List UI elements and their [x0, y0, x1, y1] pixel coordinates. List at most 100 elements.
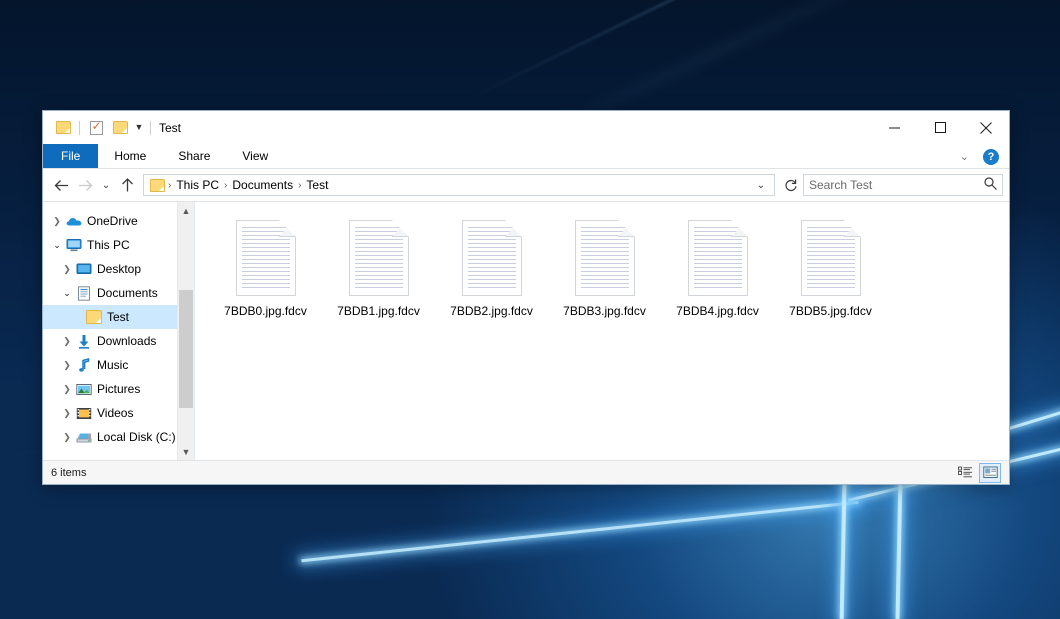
sidebar-item-label: Music: [97, 358, 128, 372]
minimize-button[interactable]: [871, 111, 917, 144]
ribbon-tab-bar[interactable]: File Home Share View ⌄ ?: [43, 144, 1009, 169]
file-name-label: 7BDB5.jpg.fdcv: [789, 304, 872, 318]
folder-icon: [85, 310, 103, 324]
chevron-right-icon[interactable]: ❯: [59, 408, 75, 419]
generic-file-icon: [236, 220, 296, 296]
download-icon: [75, 334, 93, 349]
file-name-label: 7BDB4.jpg.fdcv: [676, 304, 759, 318]
properties-icon[interactable]: [84, 116, 108, 140]
recent-locations-icon[interactable]: ⌄: [97, 173, 115, 197]
scroll-down-icon[interactable]: ▼: [178, 443, 194, 460]
desktop-icon: [75, 262, 93, 276]
monitor-icon: [65, 238, 83, 252]
sidebar-item-documents[interactable]: ⌄ Documents: [43, 281, 194, 305]
maximize-button[interactable]: [917, 111, 963, 144]
address-input[interactable]: › This PC › Documents › Test ⌄: [143, 174, 775, 196]
sidebar-item-onedrive[interactable]: ❯ OneDrive: [43, 209, 194, 233]
file-grid: 7BDB0.jpg.fdcv 7BDB1.jpg.fdcv 7BDB2.jpg.…: [195, 202, 1009, 318]
search-input[interactable]: Search Test: [809, 178, 984, 192]
scrollbar-thumb[interactable]: [179, 290, 193, 408]
file-explorer-window[interactable]: ▼ Test File Home Share View ⌄ ?: [42, 110, 1010, 485]
sidebar-item-this-pc[interactable]: ⌄ This PC: [43, 233, 194, 257]
search-box[interactable]: Search Test: [803, 174, 1003, 196]
explorer-body: ❯ OneDrive ⌄ This PC ❯: [43, 201, 1009, 460]
sidebar-item-local-disk-c[interactable]: ❯ Local Disk (C:): [43, 425, 194, 449]
breadcrumb-this-pc[interactable]: This PC: [172, 178, 223, 192]
up-button[interactable]: [115, 173, 139, 197]
sidebar-item-label: Videos: [97, 406, 133, 420]
sidebar-item-label: Desktop: [97, 262, 141, 276]
navigation-tree: ❯ OneDrive ⌄ This PC ❯: [43, 202, 194, 449]
chevron-right-icon[interactable]: ❯: [59, 384, 75, 395]
generic-file-icon: [688, 220, 748, 296]
file-item[interactable]: 7BDB5.jpg.fdcv: [774, 216, 887, 318]
folder-icon: [150, 179, 165, 192]
toolbar-separator: [150, 121, 151, 135]
quick-access-toolbar[interactable]: ▼: [51, 116, 155, 140]
sidebar-item-pictures[interactable]: ❯ Pictures: [43, 377, 194, 401]
chevron-right-icon[interactable]: ❯: [59, 432, 75, 443]
file-item[interactable]: 7BDB0.jpg.fdcv: [209, 216, 322, 318]
sidebar-item-label: This PC: [87, 238, 130, 252]
generic-file-icon: [462, 220, 522, 296]
chevron-right-icon[interactable]: ❯: [49, 216, 65, 227]
large-icons-view-button[interactable]: [979, 463, 1001, 483]
view-buttons[interactable]: [954, 463, 1001, 483]
refresh-button[interactable]: [779, 173, 803, 197]
music-icon: [75, 358, 93, 373]
tab-file[interactable]: File: [43, 144, 98, 168]
breadcrumb-test[interactable]: Test: [302, 178, 332, 192]
sidebar-item-music[interactable]: ❯ Music: [43, 353, 194, 377]
chevron-down-icon[interactable]: ▼: [132, 116, 146, 140]
file-item[interactable]: 7BDB3.jpg.fdcv: [548, 216, 661, 318]
tab-home[interactable]: Home: [98, 144, 162, 168]
item-count-label: 6 items: [51, 467, 86, 479]
picture-icon: [75, 383, 93, 396]
sidebar-item-test[interactable]: Test: [43, 305, 194, 329]
sidebar-scrollbar[interactable]: ▲ ▼: [177, 202, 194, 460]
tab-view[interactable]: View: [226, 144, 284, 168]
details-view-button[interactable]: [954, 463, 976, 483]
tab-share[interactable]: Share: [162, 144, 226, 168]
chevron-down-icon[interactable]: ⌄: [49, 240, 65, 251]
generic-file-icon: [575, 220, 635, 296]
file-list-view[interactable]: 7BDB0.jpg.fdcv 7BDB1.jpg.fdcv 7BDB2.jpg.…: [195, 202, 1009, 460]
navigation-pane[interactable]: ❯ OneDrive ⌄ This PC ❯: [43, 202, 195, 460]
chevron-down-icon[interactable]: ⌄: [954, 150, 975, 163]
new-folder-icon[interactable]: [108, 116, 132, 140]
file-item[interactable]: 7BDB2.jpg.fdcv: [435, 216, 548, 318]
file-name-label: 7BDB3.jpg.fdcv: [563, 304, 646, 318]
sidebar-item-label: Local Disk (C:): [97, 430, 176, 444]
close-button[interactable]: [963, 111, 1009, 144]
address-bar[interactable]: ⌄ › This PC › Documents › Test ⌄ Search …: [43, 169, 1009, 201]
file-item[interactable]: 7BDB4.jpg.fdcv: [661, 216, 774, 318]
document-icon: [75, 286, 93, 301]
file-name-label: 7BDB2.jpg.fdcv: [450, 304, 533, 318]
address-dropdown-icon[interactable]: ⌄: [752, 173, 770, 197]
search-icon[interactable]: [984, 177, 997, 193]
sidebar-item-label: Pictures: [97, 382, 140, 396]
help-icon[interactable]: ?: [983, 149, 999, 165]
folder-icon[interactable]: [51, 116, 75, 140]
sidebar-item-label: Downloads: [97, 334, 156, 348]
status-bar: 6 items: [43, 460, 1009, 484]
sidebar-item-desktop[interactable]: ❯ Desktop: [43, 257, 194, 281]
scroll-up-icon[interactable]: ▲: [178, 202, 194, 219]
breadcrumb-documents[interactable]: Documents: [228, 178, 297, 192]
chevron-right-icon[interactable]: ❯: [59, 264, 75, 275]
sidebar-item-label: OneDrive: [87, 214, 138, 228]
generic-file-icon: [801, 220, 861, 296]
chevron-right-icon[interactable]: ❯: [59, 336, 75, 347]
sidebar-item-downloads[interactable]: ❯ Downloads: [43, 329, 194, 353]
back-button[interactable]: [49, 173, 73, 197]
sidebar-item-label: Test: [107, 310, 129, 324]
title-bar[interactable]: ▼ Test: [43, 111, 1009, 144]
forward-button[interactable]: [73, 173, 97, 197]
file-item[interactable]: 7BDB1.jpg.fdcv: [322, 216, 435, 318]
sidebar-item-videos[interactable]: ❯ Videos: [43, 401, 194, 425]
cloud-icon: [65, 215, 83, 227]
chevron-down-icon[interactable]: ⌄: [59, 288, 75, 299]
drive-icon: [75, 431, 93, 444]
window-controls[interactable]: [871, 111, 1009, 144]
chevron-right-icon[interactable]: ❯: [59, 360, 75, 371]
